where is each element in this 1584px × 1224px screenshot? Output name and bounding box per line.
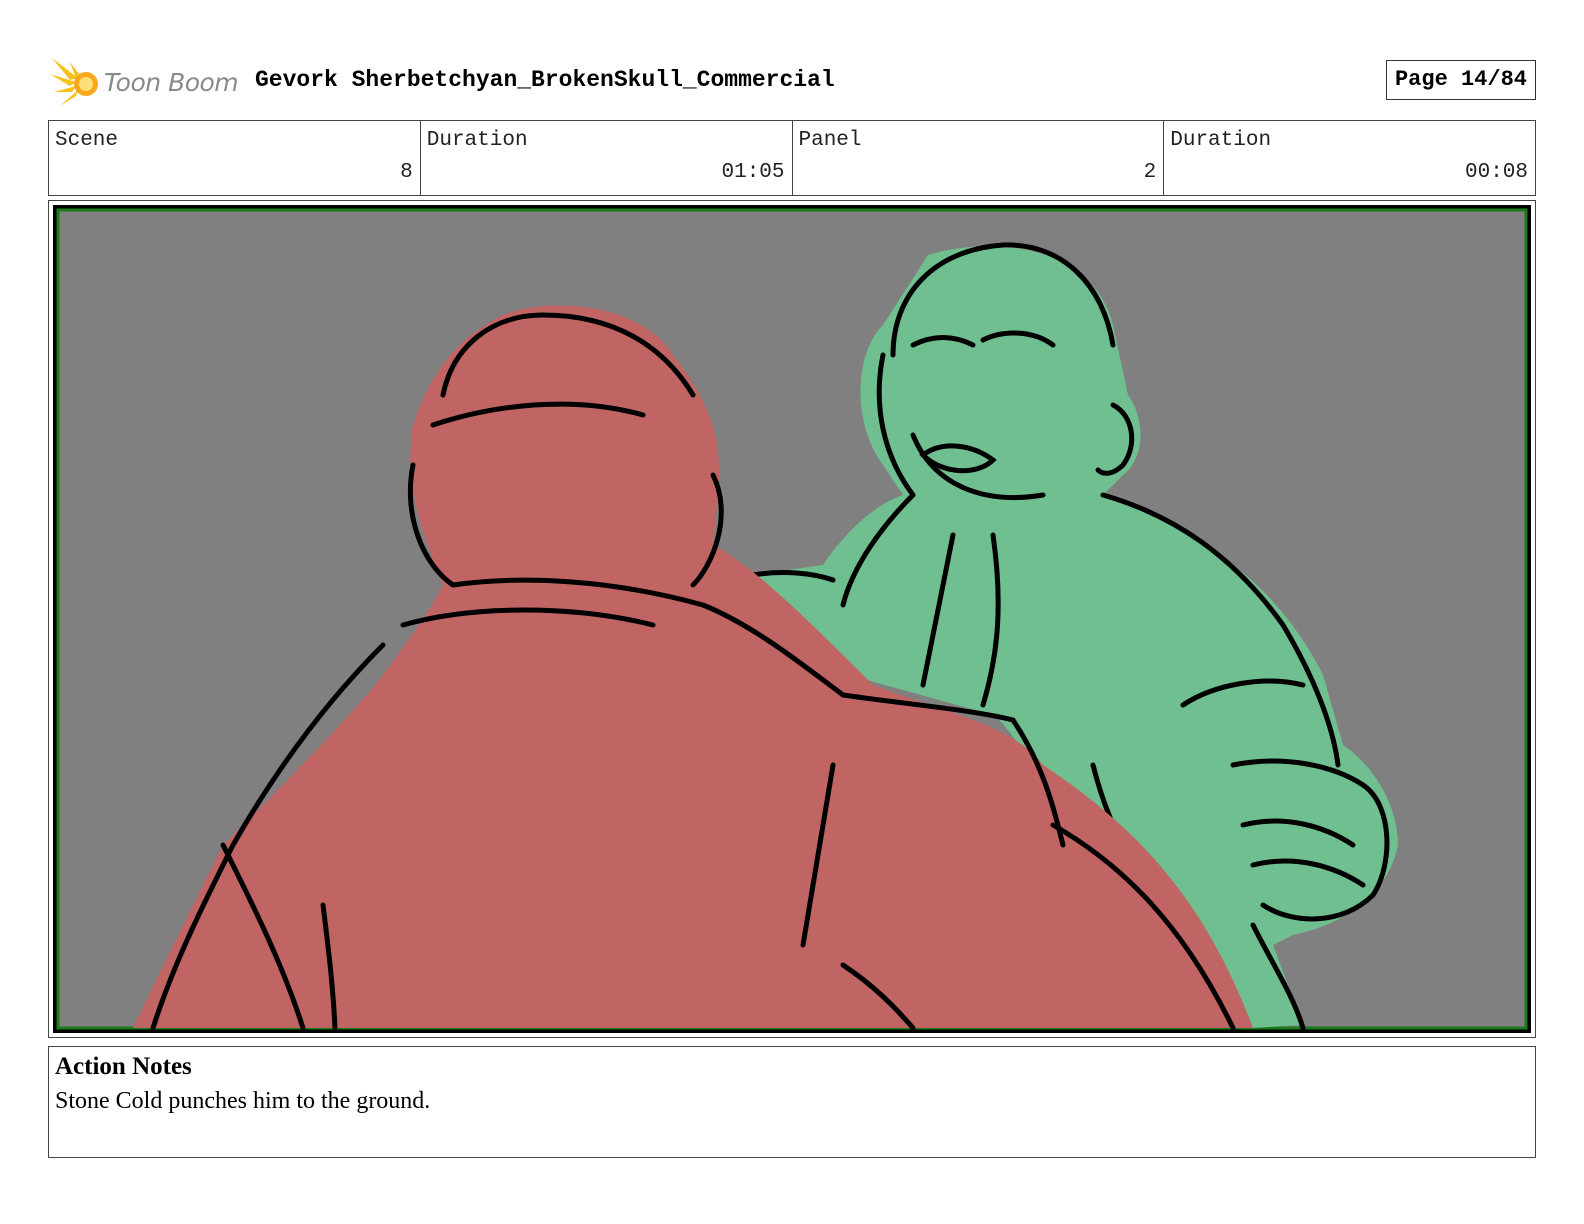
logo-wordmark: Toon Boom — [104, 68, 239, 97]
page-header: Toon Boom Gevork Sherbetchyan_BrokenSkul… — [48, 52, 1536, 112]
scene-duration-cell: Duration 01:05 — [421, 121, 793, 195]
page-number: Page 14/84 — [1385, 60, 1536, 100]
scene-value: 8 — [400, 161, 413, 184]
panel-sketch — [53, 205, 1531, 1033]
scene-label: Scene — [55, 129, 119, 152]
panel-duration-cell: Duration 00:08 — [1164, 121, 1535, 195]
action-notes: Action Notes Stone Cold punches him to t… — [48, 1046, 1536, 1158]
toon-boom-logo: Toon Boom — [48, 54, 243, 110]
storyboard-panel-frame — [48, 200, 1536, 1038]
scene-cell: Scene 8 — [49, 121, 421, 195]
panel-label: Panel — [798, 129, 862, 152]
scene-duration-label: Duration — [426, 129, 528, 152]
action-notes-body: Stone Cold punches him to the ground. — [55, 1088, 431, 1114]
starburst-icon — [50, 58, 98, 106]
panel-cell: Panel 2 — [793, 121, 1165, 195]
scene-info-table: Scene 8 Duration 01:05 Panel 2 Duration … — [48, 120, 1536, 196]
panel-value: 2 — [1143, 161, 1157, 184]
document-title: Gevork Sherbetchyan_BrokenSkull_Commerci… — [255, 67, 835, 93]
panel-duration-label: Duration — [1170, 129, 1272, 152]
scene-duration-value: 01:05 — [721, 161, 785, 184]
storyboard-drawing — [53, 205, 1531, 1033]
panel-duration-value: 00:08 — [1464, 161, 1528, 184]
action-notes-title: Action Notes — [55, 1053, 192, 1080]
